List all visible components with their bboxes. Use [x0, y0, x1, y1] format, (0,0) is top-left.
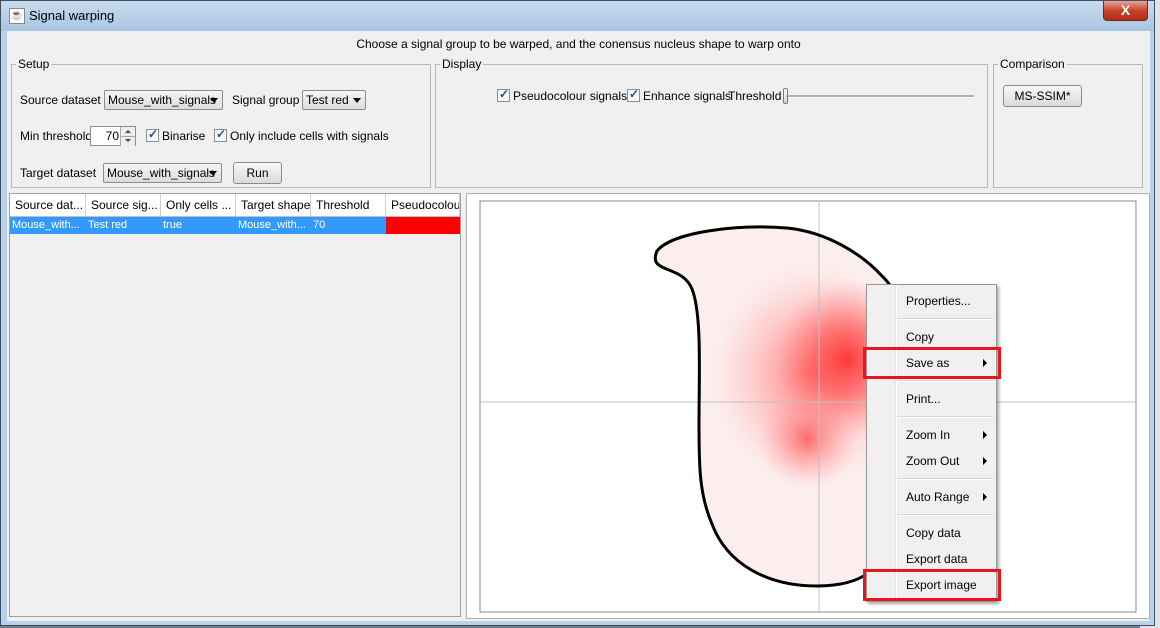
- only-cells-label: Only include cells with signals: [230, 129, 389, 143]
- window-title: Signal warping: [29, 8, 115, 23]
- spinner-up-icon[interactable]: [120, 127, 135, 136]
- source-dataset-value: Mouse_with_signals: [108, 93, 217, 107]
- highlight-box-save-as: [863, 347, 1001, 379]
- only-cells-checkbox[interactable]: [214, 127, 227, 142]
- source-dataset-label: Source dataset: [20, 93, 101, 107]
- menu-item-copy[interactable]: Copy: [867, 326, 996, 348]
- table-header: Source dat... Source sig... Only cells .…: [10, 194, 460, 217]
- chart-context-menu: Properties... Copy Save as Print... Zoom…: [866, 284, 997, 602]
- chevron-down-icon: [209, 171, 217, 176]
- signal-group-label: Signal group: [232, 93, 300, 107]
- instruction-text: Choose a signal group to be warped, and …: [356, 37, 801, 51]
- menu-item-label: Zoom Out: [906, 454, 960, 468]
- target-dataset-value: Mouse_with_signals: [107, 166, 216, 180]
- submenu-arrow-icon: [983, 457, 987, 465]
- enhance-checkbox[interactable]: [627, 87, 640, 102]
- cell-source-dataset: Mouse_with...: [12, 219, 80, 231]
- menu-separator: [897, 416, 993, 418]
- binarise-label: Binarise: [162, 129, 206, 143]
- cell-target-shape: Mouse_with...: [238, 219, 306, 231]
- comparison-panel: Comparison MS-SSIM*: [993, 57, 1143, 188]
- menu-item-label: Auto Range: [906, 490, 970, 504]
- menu-separator: [897, 380, 993, 382]
- table-row[interactable]: Mouse_with... Test red true Mouse_with..…: [10, 217, 460, 234]
- menu-item-auto-range[interactable]: Auto Range: [867, 486, 996, 508]
- source-dataset-select[interactable]: Mouse_with_signals: [104, 90, 223, 110]
- signal-lower: [757, 389, 857, 489]
- menu-item-print[interactable]: Print...: [867, 388, 996, 410]
- min-threshold-value: 70: [105, 129, 119, 143]
- pseudocolour-label: Pseudocolour signals: [513, 89, 628, 103]
- menu-item-label: Zoom In: [906, 428, 951, 442]
- highlight-box-export-image: [863, 569, 1001, 601]
- menu-item-label: Copy data: [906, 526, 961, 540]
- display-legend: Display: [442, 57, 482, 71]
- column-header[interactable]: Only cells ...: [161, 194, 236, 216]
- threshold-slider-thumb[interactable]: [783, 88, 788, 104]
- setup-legend: Setup: [18, 57, 50, 71]
- threshold-slider-track[interactable]: [786, 95, 974, 98]
- ms-ssim-button[interactable]: MS-SSIM*: [1003, 85, 1082, 107]
- signal-group-select[interactable]: Test red: [302, 90, 366, 110]
- submenu-arrow-icon: [983, 431, 987, 439]
- column-header[interactable]: Threshold: [311, 194, 386, 216]
- signal-group-value: Test red: [306, 93, 349, 107]
- cell-source-signal: Test red: [88, 219, 128, 231]
- column-header[interactable]: Target shape: [236, 194, 311, 216]
- menu-separator: [897, 478, 993, 480]
- menu-item-copy-data[interactable]: Copy data: [867, 522, 996, 544]
- title-bar[interactable]: ☕ Signal warping X: [1, 1, 1154, 31]
- run-button[interactable]: Run: [233, 162, 282, 184]
- menu-item-export-data[interactable]: Export data: [867, 548, 996, 570]
- submenu-arrow-icon: [983, 493, 987, 501]
- min-threshold-spinner[interactable]: 70: [90, 126, 136, 146]
- chevron-down-icon: [353, 98, 361, 103]
- min-threshold-label: Min threshold: [20, 129, 93, 143]
- close-button[interactable]: X: [1103, 1, 1148, 21]
- menu-separator: [897, 318, 993, 320]
- menu-item-label: Print...: [906, 392, 941, 406]
- pseudocolour-checkbox[interactable]: [497, 87, 510, 102]
- comparison-legend: Comparison: [1000, 57, 1065, 71]
- column-header[interactable]: Pseudocolour: [386, 194, 460, 216]
- column-header[interactable]: Source sig...: [86, 194, 161, 216]
- menu-item-label: Copy: [906, 330, 935, 344]
- menu-item-label: Properties...: [906, 294, 971, 308]
- menu-item-properties[interactable]: Properties...: [867, 290, 996, 312]
- display-panel: Display Pseudocolour signals Enhance sig…: [435, 57, 988, 188]
- menu-item-zoom-out[interactable]: Zoom Out: [867, 450, 996, 472]
- enhance-label: Enhance signals: [643, 89, 732, 103]
- cell-only-cells: true: [163, 219, 182, 231]
- warped-signal-chart[interactable]: [466, 193, 1150, 619]
- column-header[interactable]: Source dat...: [10, 194, 86, 216]
- java-app-icon: ☕: [9, 8, 25, 24]
- cell-threshold: 70: [313, 219, 326, 231]
- chart-svg: [479, 200, 1137, 613]
- spinner-down-icon[interactable]: [120, 136, 135, 146]
- binarise-checkbox[interactable]: [146, 127, 159, 142]
- results-table: Source dat... Source sig... Only cells .…: [9, 193, 461, 617]
- target-dataset-select[interactable]: Mouse_with_signals: [103, 163, 222, 183]
- menu-item-zoom-in[interactable]: Zoom In: [867, 424, 996, 446]
- cell-pseudocolour-swatch: [386, 217, 460, 234]
- menu-separator: [897, 514, 993, 516]
- target-dataset-label: Target dataset: [20, 166, 97, 180]
- menu-item-label: Export data: [906, 552, 968, 566]
- threshold-label: Threshold: [728, 89, 782, 103]
- chevron-down-icon: [210, 98, 218, 103]
- setup-panel: Setup Source dataset Mouse_with_signals …: [11, 57, 431, 188]
